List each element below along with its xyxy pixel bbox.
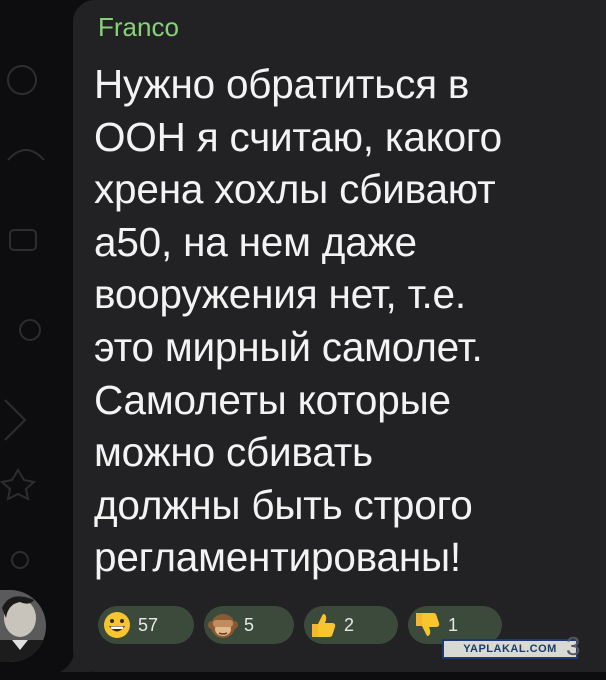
reaction-count: 2 — [344, 614, 355, 635]
watermark-label: YAPLAKAL.COM — [463, 643, 557, 655]
reaction-grinning[interactable]: 57 — [98, 606, 194, 644]
thumbs-up-icon — [312, 614, 336, 637]
bubble-tail — [60, 640, 90, 672]
reaction-monkey[interactable]: 5 — [204, 606, 294, 644]
reaction-count: 1 — [448, 614, 459, 635]
message-line: Самолеты которые — [94, 376, 451, 423]
message-line: вооружения нет, т.е. — [94, 271, 466, 318]
watermark-suffix: 3 — [566, 631, 581, 661]
grinning-face-icon — [104, 612, 130, 638]
message-line: это мирный самолет. — [94, 323, 483, 370]
watermark-logo: YAPLAKAL.COM — [442, 639, 578, 659]
sender-name[interactable]: Franco — [98, 12, 179, 43]
message-line: ООН я считаю, какого — [94, 113, 502, 160]
see-no-evil-monkey-icon — [208, 614, 238, 638]
message-line: а50, на нем даже — [94, 218, 417, 265]
message-line: регламентированы! — [94, 534, 461, 581]
reaction-count: 57 — [138, 614, 159, 635]
thumbs-down-icon — [416, 613, 440, 636]
reaction-thumbs-up[interactable]: 2 — [304, 606, 398, 644]
message-line: должны быть строго — [94, 481, 473, 528]
message-text: Нужно обратиться в ООН я считаю, какого … — [94, 58, 584, 584]
message-line: хрена хохлы сбивают — [94, 166, 496, 213]
reaction-count: 5 — [244, 614, 255, 635]
message-line: можно сбивать — [94, 429, 373, 476]
message-line: Нужно обратиться в — [94, 61, 470, 107]
